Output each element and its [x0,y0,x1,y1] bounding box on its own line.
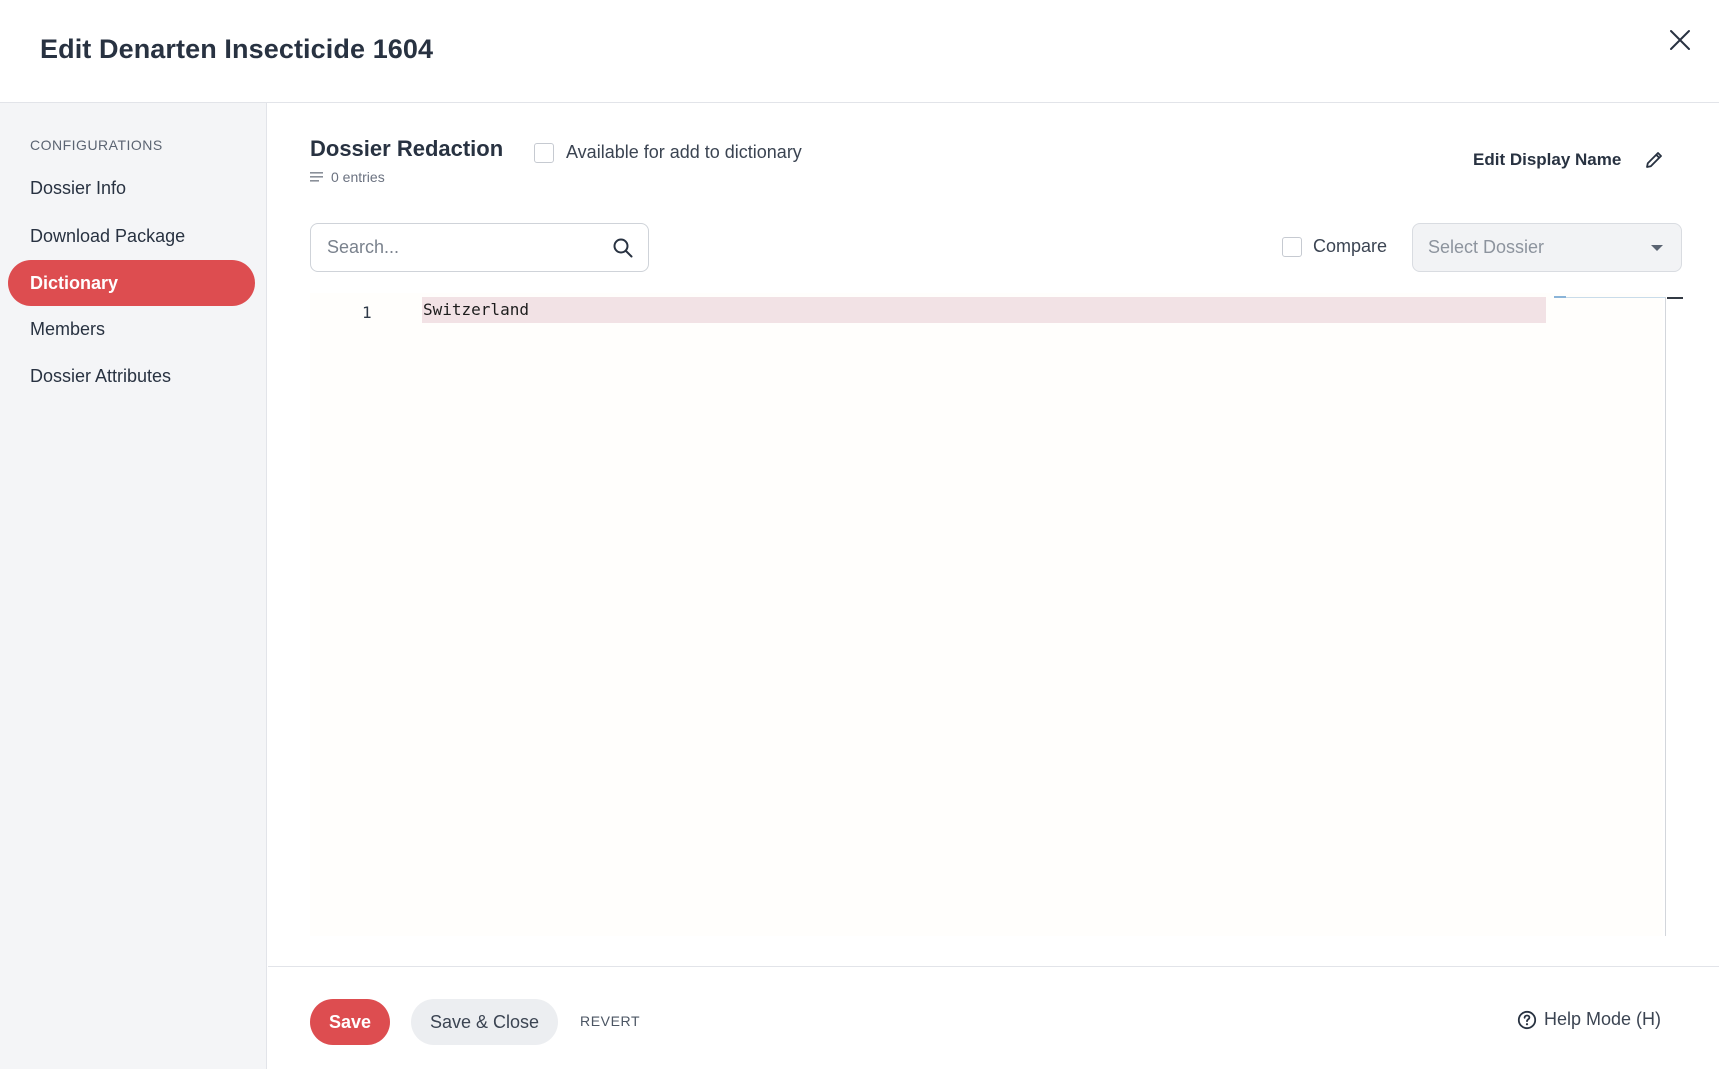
available-label: Available for add to dictionary [566,142,802,162]
search-icon[interactable] [612,237,634,259]
sidebar-item-dictionary[interactable]: Dictionary [8,260,255,306]
compare-label: Compare [1313,236,1388,256]
save-and-close-button[interactable]: Save & Close [411,999,558,1045]
save-button[interactable]: Save [310,999,390,1045]
list-icon [310,172,323,182]
sidebar-item-label: Dictionary [30,273,119,293]
line-highlight [422,297,1546,323]
available-checkbox[interactable] [534,142,554,163]
compare-option[interactable]: Compare [1282,236,1387,257]
dictionary-editor[interactable]: 1 Switzerland [310,293,1683,936]
help-mode-button[interactable]: Help Mode (H) [1517,1009,1661,1030]
help-mode-label: Help Mode (H) [1544,1009,1662,1029]
sidebar-item-label: Dossier Attributes [30,366,172,386]
modal-title: Edit Denarten Insecticide 1604 [40,34,434,64]
scrollbar-thumb[interactable] [1667,297,1683,299]
line-number: 1 [362,303,372,322]
scrollbar-track[interactable] [1665,297,1666,936]
entries-label: 0 entries [331,169,385,185]
minimap[interactable] [1554,297,1665,298]
close-icon[interactable] [1664,24,1696,56]
dictionary-panel: Dossier Redaction 0 entries Available fo… [268,103,1719,965]
revert-button[interactable]: REVERT [580,1013,640,1029]
help-icon [1517,1010,1537,1029]
sidebar-heading: CONFIGURATIONS [30,137,163,153]
select-dossier-dropdown[interactable]: Select Dossier [1412,223,1682,272]
sidebar-item-dossier-info[interactable]: Dossier Info [8,165,255,211]
sidebar: CONFIGURATIONS Dossier Info Download Pac… [0,103,267,1069]
chevron-down-icon [1651,244,1663,251]
minimap-marker [1554,296,1566,298]
edit-display-name-label: Edit Display Name [1473,150,1622,169]
dictionary-title: Dossier Redaction [310,136,504,161]
compare-checkbox[interactable] [1282,236,1302,257]
modal-footer: Save Save & Close REVERT Help Mode (H) [268,966,1719,1069]
sidebar-item-members[interactable]: Members [8,306,255,352]
modal-header: Edit Denarten Insecticide 1604 [0,0,1719,103]
entries-count: 0 entries [310,169,385,185]
editor-line[interactable]: Switzerland [423,300,529,319]
available-for-add-option[interactable]: Available for add to dictionary [534,142,802,163]
sidebar-item-dossier-attributes[interactable]: Dossier Attributes [8,353,255,399]
search-field[interactable] [310,223,649,272]
select-dossier-placeholder: Select Dossier [1428,237,1545,257]
pencil-icon[interactable] [1643,149,1665,171]
edit-display-name-button[interactable]: Edit Display Name [1473,149,1665,171]
sidebar-item-label: Dossier Info [30,178,127,198]
sidebar-item-label: Members [30,319,106,339]
close-button[interactable] [1664,24,1696,56]
sidebar-item-label: Download Package [30,226,186,246]
sidebar-item-download-package[interactable]: Download Package [8,213,255,259]
search-input[interactable] [327,237,612,258]
